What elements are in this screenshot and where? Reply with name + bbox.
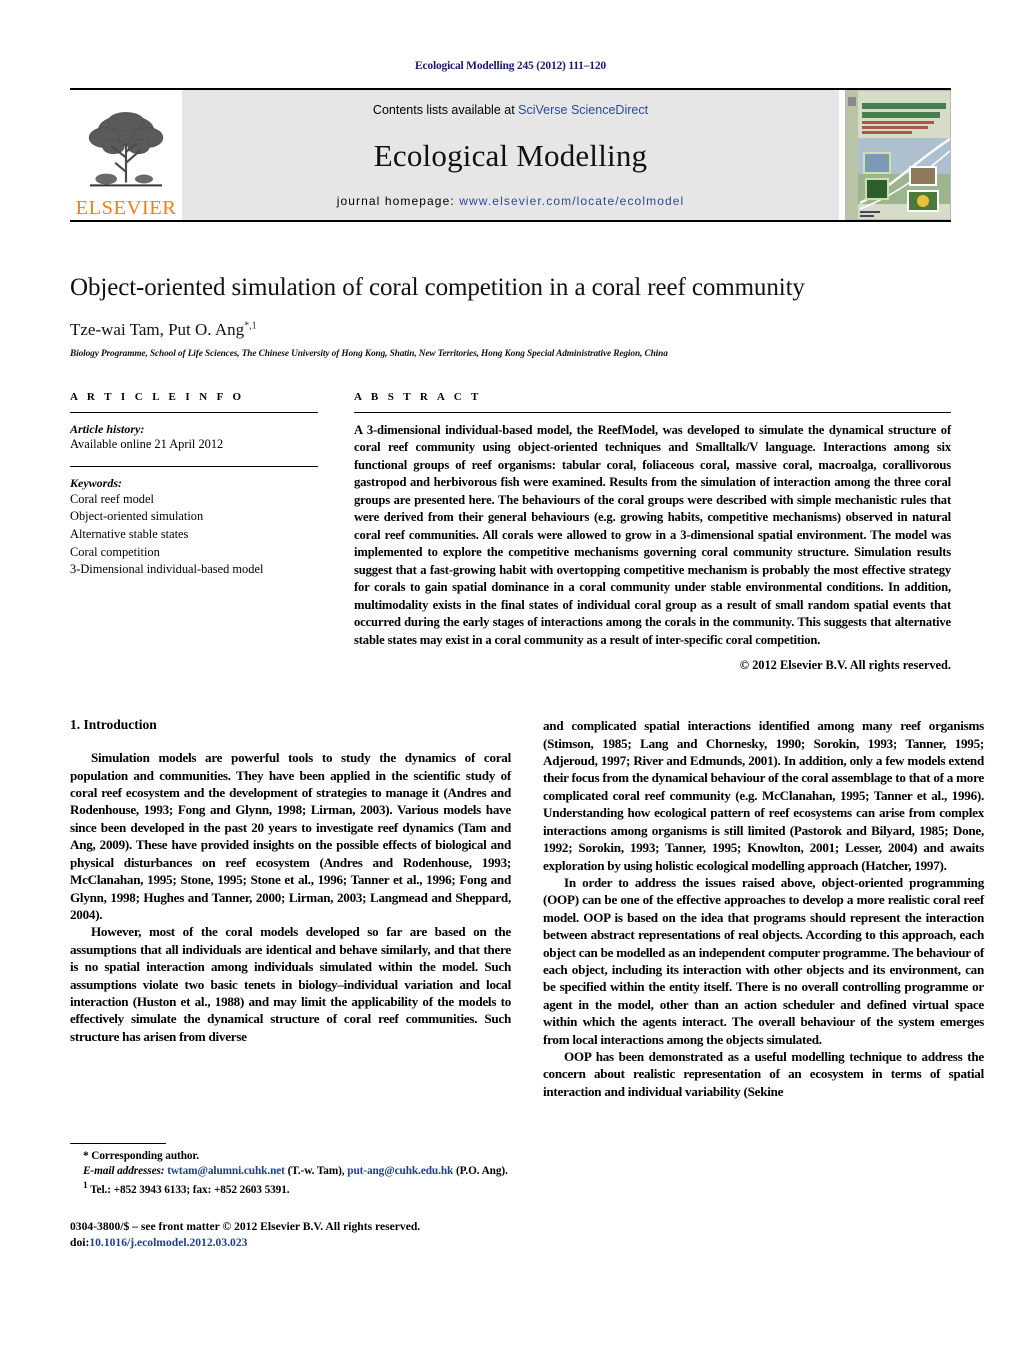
email-owner-primary: (T.-w. Tam),	[287, 1165, 345, 1178]
email-label: E-mail addresses:	[83, 1165, 165, 1178]
article-title: Object-oriented simulation of coral comp…	[70, 274, 805, 301]
info-abstract-row: A R T I C L E I N F O Article history: A…	[70, 391, 951, 674]
doi-link[interactable]: 10.1016/j.ecolmodel.2012.03.023	[89, 1236, 247, 1249]
paragraph: and complicated spatial interactions ide…	[543, 718, 984, 873]
contents-prefix: Contents lists available at	[372, 103, 519, 117]
doi-prefix: doi:	[70, 1236, 90, 1250]
article-page: Ecological Modelling 245 (2012) 111–120	[0, 0, 1021, 1351]
abstract-column: A B S T R A C T A 3-dimensional individu…	[354, 391, 951, 674]
footnote-block: * Corresponding author. E-mail addresses…	[70, 1143, 511, 1251]
article-info-column: A R T I C L E I N F O Article history: A…	[70, 391, 318, 674]
keyword-item: Object-oriented simulation	[70, 509, 204, 524]
abstract-text: A 3-dimensional individual-based model, …	[354, 422, 951, 647]
issn-copyright-block: 0304-3800/$ – see front matter © 2012 El…	[70, 1219, 511, 1251]
corresponding-author-note: * Corresponding author.	[83, 1150, 200, 1162]
doi-line: doi:10.1016/j.ecolmodel.2012.03.023	[70, 1235, 511, 1251]
paragraph: However, most of the coral models develo…	[70, 924, 511, 1044]
keywords-list: Coral reef model Object-oriented simulat…	[70, 491, 318, 579]
article-history-value: Available online 21 April 2012	[70, 436, 224, 451]
journal-homepage-line: journal homepage: www.elsevier.com/locat…	[337, 194, 685, 208]
body-left-column: 1. Introduction Simulation models are po…	[70, 717, 511, 1100]
body-columns: 1. Introduction Simulation models are po…	[70, 717, 984, 1100]
running-head: Ecological Modelling 245 (2012) 111–120	[415, 60, 606, 72]
article-history-label: Article history:	[70, 421, 145, 436]
homepage-prefix: journal homepage:	[336, 194, 460, 208]
journal-cover-thumbnail	[845, 90, 951, 220]
email-addresses-note: E-mail addresses: twtam@alumni.cuhk.net …	[70, 1164, 511, 1179]
author-list: Tze-wai Tam, Put O. Ang*,1	[70, 320, 951, 340]
abstract-copyright: © 2012 Elsevier B.V. All rights reserved…	[739, 658, 951, 673]
body-right-column: and complicated spatial interactions ide…	[543, 717, 984, 1100]
paragraph: In order to address the issues raised ab…	[543, 874, 984, 1047]
email-link-secondary[interactable]: put-ang@cuhk.edu.hk	[347, 1165, 453, 1177]
keywords-label: Keywords:	[70, 475, 122, 490]
telephone-note: 1 Tel.: +852 3943 6133; fax: +852 2603 5…	[70, 1180, 511, 1198]
email-link-primary[interactable]: twtam@alumni.cuhk.net	[167, 1165, 285, 1177]
keyword-item: 3-Dimensional individual-based model	[70, 562, 264, 577]
masthead-center: Contents lists available at SciVerse Sci…	[182, 90, 839, 220]
elsevier-logo: ELSEVIER	[70, 90, 182, 220]
journal-title: Ecological Modelling	[373, 137, 648, 173]
issn-line: 0304-3800/$ – see front matter © 2012 El…	[70, 1219, 421, 1233]
cover-artwork-icon	[846, 91, 950, 219]
section-heading-introduction: 1. Introduction	[70, 717, 157, 733]
telephone-value: Tel.: +852 3943 6133; fax: +852 2603 539…	[90, 1183, 290, 1196]
journal-masthead: ELSEVIER Contents lists available at Sci…	[70, 90, 951, 220]
affiliation: Biology Programme, School of Life Scienc…	[70, 348, 668, 359]
footnote-rule	[70, 1143, 166, 1144]
author-marks: *,1	[244, 320, 257, 332]
sciencedirect-link[interactable]: SciVerse ScienceDirect	[518, 103, 648, 117]
abstract-heading: A B S T R A C T	[354, 390, 482, 403]
telephone-marker: 1	[83, 1180, 88, 1191]
paragraph: Simulation models are powerful tools to …	[70, 750, 511, 922]
journal-homepage-link[interactable]: www.elsevier.com/locate/ecolmodel	[459, 194, 684, 208]
elsevier-wordmark: ELSEVIER	[75, 196, 177, 219]
keyword-item: Coral reef model	[70, 491, 154, 506]
article-info-heading: A R T I C L E I N F O	[70, 390, 245, 403]
email-owner-secondary: (P.O. Ang).	[455, 1165, 508, 1178]
keywords-rule	[70, 465, 318, 467]
paragraph: OOP has been demonstrated as a useful mo…	[543, 1048, 984, 1099]
keyword-item: Alternative stable states	[70, 526, 189, 541]
author-names: Tze-wai Tam, Put O. Ang	[70, 319, 245, 339]
contents-available-line: Contents lists available at SciVerse Sci…	[373, 103, 648, 117]
article-info-rule	[70, 411, 318, 413]
abstract-rule	[354, 411, 951, 413]
elsevier-tree-icon	[88, 111, 164, 186]
title-block: Object-oriented simulation of coral comp…	[70, 222, 951, 359]
keyword-item: Coral competition	[70, 544, 160, 559]
